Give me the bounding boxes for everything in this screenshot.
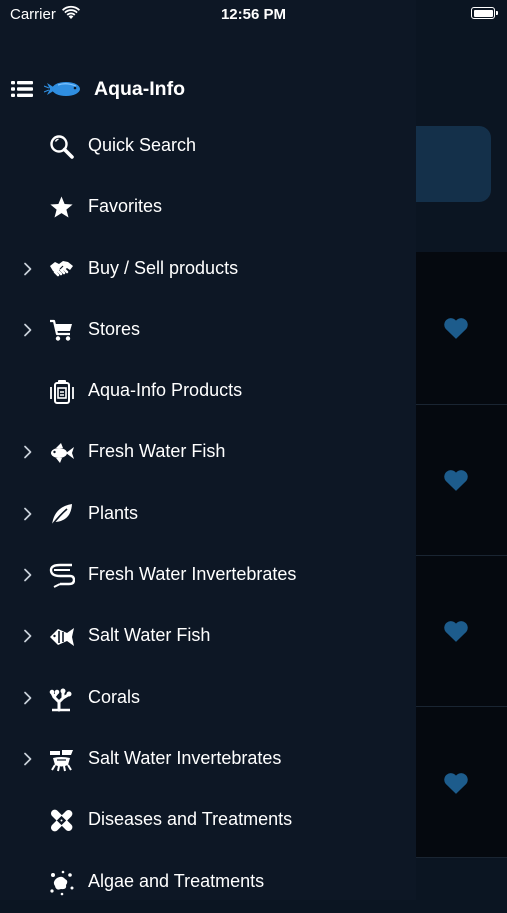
battery-icon bbox=[471, 7, 498, 19]
crab-icon bbox=[48, 746, 75, 773]
menu-item-diseases-and-treatments[interactable]: Diseases and Treatments bbox=[0, 790, 416, 851]
freshwater-fish-icon bbox=[48, 439, 75, 466]
algae-icon bbox=[48, 869, 75, 896]
menu-item-label: Plants bbox=[88, 502, 139, 523]
chevron-right-icon[interactable] bbox=[20, 751, 34, 767]
shrimp-icon bbox=[48, 562, 75, 589]
bandage-icon bbox=[48, 807, 75, 834]
menu-item-label: Algae and Treatments bbox=[88, 870, 265, 891]
menu-item-quick-search[interactable]: Quick Search bbox=[0, 116, 416, 177]
list-menu-icon[interactable] bbox=[11, 80, 33, 98]
chevron-right-icon[interactable] bbox=[20, 261, 34, 277]
menu-item-aqua-info-products[interactable]: Aqua-Info Products bbox=[0, 361, 416, 422]
menu-item-label: Diseases and Treatments bbox=[88, 809, 293, 830]
menu-item-label: Salt Water Invertebrates bbox=[88, 747, 282, 768]
cart-icon bbox=[48, 317, 75, 344]
chevron-right-icon[interactable] bbox=[20, 567, 34, 583]
drawer-header: Aqua-Info bbox=[0, 68, 416, 112]
chevron-right-icon[interactable] bbox=[20, 628, 34, 644]
search-icon bbox=[48, 133, 75, 160]
coral-icon bbox=[48, 685, 75, 712]
menu-item-salt-water-fish[interactable]: Salt Water Fish bbox=[0, 606, 416, 667]
menu-item-corals[interactable]: Corals bbox=[0, 668, 416, 729]
chevron-right-icon[interactable] bbox=[20, 506, 34, 522]
heart-icon[interactable] bbox=[443, 316, 469, 340]
star-icon bbox=[48, 194, 75, 221]
drawer-menu: Quick Search Favorites Buy / Sell produc… bbox=[0, 116, 416, 913]
menu-item-stores[interactable]: Stores bbox=[0, 300, 416, 361]
fish-logo-icon bbox=[44, 82, 80, 96]
menu-item-label: Fresh Water Fish bbox=[88, 441, 226, 462]
chevron-right-icon[interactable] bbox=[20, 444, 34, 460]
app-title: Aqua-Info bbox=[94, 78, 185, 100]
menu-item-label: Stores bbox=[88, 318, 141, 339]
menu-item-label: Buy / Sell products bbox=[88, 257, 239, 278]
heart-icon[interactable] bbox=[443, 619, 469, 643]
menu-item-label: Quick Search bbox=[88, 135, 197, 155]
chevron-right-icon[interactable] bbox=[20, 322, 34, 338]
navigation-drawer: Carrier 12:56 PM Aqua-Info Quick Search … bbox=[0, 0, 498, 900]
menu-item-favorites[interactable]: Favorites bbox=[0, 177, 416, 238]
menu-item-algae-and-treatments[interactable]: Algae and Treatments bbox=[0, 852, 416, 913]
handshake-icon bbox=[48, 256, 75, 283]
menu-item-fresh-water-invertebrates[interactable]: Fresh Water Invertebrates bbox=[0, 545, 416, 606]
menu-item-buy-sell-products[interactable]: Buy / Sell products bbox=[0, 239, 416, 300]
menu-item-label: Corals bbox=[88, 686, 141, 707]
clock: 12:56 PM bbox=[220, 6, 287, 23]
menu-item-label: Salt Water Fish bbox=[88, 625, 211, 646]
status-bar: Carrier 12:56 PM bbox=[0, 0, 507, 30]
plant-leaf-icon bbox=[48, 501, 75, 528]
menu-item-fresh-water-fish[interactable]: Fresh Water Fish bbox=[0, 422, 416, 483]
menu-item-label: Aqua-Info Products bbox=[88, 380, 243, 401]
heart-icon[interactable] bbox=[443, 468, 469, 492]
menu-item-salt-water-invertebrates[interactable]: Salt Water Invertebrates bbox=[0, 729, 416, 790]
chevron-right-icon[interactable] bbox=[20, 690, 34, 706]
saltwater-fish-icon bbox=[48, 623, 75, 650]
heart-icon[interactable] bbox=[443, 771, 469, 795]
menu-item-label: Fresh Water Invertebrates bbox=[88, 564, 297, 585]
menu-item-plants[interactable]: Plants bbox=[0, 484, 416, 545]
menu-item-label: Favorites bbox=[88, 196, 163, 217]
products-icon bbox=[48, 378, 75, 405]
